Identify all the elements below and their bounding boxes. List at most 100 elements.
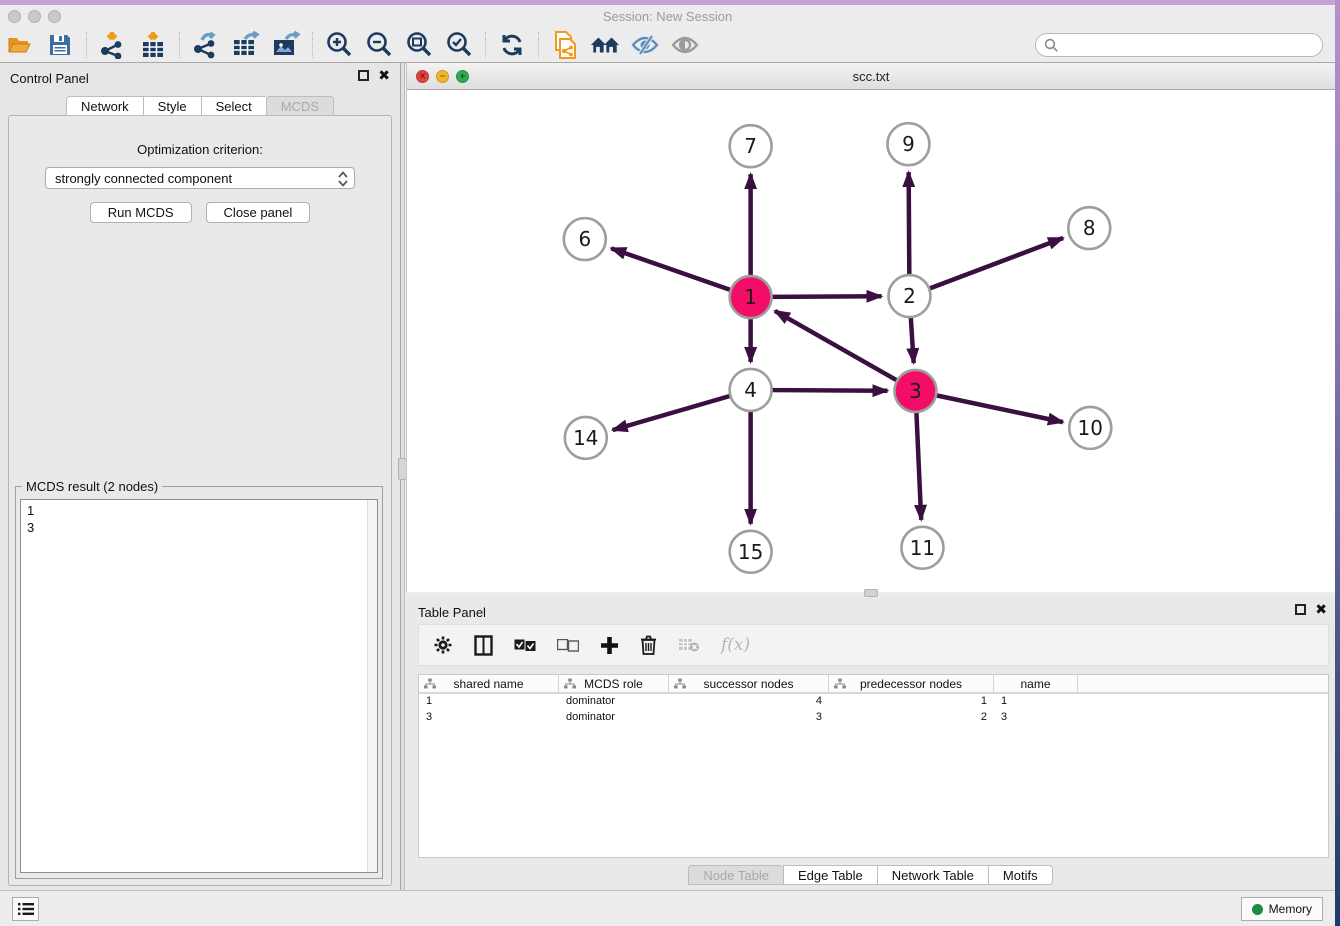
select-all-icon[interactable] [514,639,536,652]
edge-1-2[interactable] [770,296,882,297]
memory-button[interactable]: Memory [1241,897,1323,921]
table-cell[interactable]: dominator [559,710,669,726]
column-header-MCDS-role[interactable]: MCDS role [559,675,669,692]
function-builder-icon[interactable]: f(x) [721,635,750,655]
table-panel-title: Table Panel [418,605,486,620]
tab-select[interactable]: Select [201,96,266,116]
tab-motifs[interactable]: Motifs [988,865,1053,885]
table-cell[interactable]: 3 [994,710,1078,726]
save-session-icon[interactable] [45,31,75,59]
app-titlebar: Session: New Session [0,5,1335,28]
close-table-panel-icon[interactable]: ✖ [1315,604,1327,615]
control-panel-header: Control Panel ✖ [0,63,400,93]
task-history-button[interactable] [12,897,39,921]
tab-edge-table[interactable]: Edge Table [783,865,877,885]
edge-2-8[interactable] [927,238,1063,289]
graph-node-label-9: 9 [902,132,915,156]
float-panel-icon[interactable] [358,70,369,81]
graph-node-label-8: 8 [1083,216,1096,240]
export-table-icon[interactable] [231,31,261,59]
clone-network-icon[interactable] [550,31,580,59]
column-header-predecessor-nodes[interactable]: predecessor nodes [829,675,994,692]
network-window-titlebar[interactable]: ✕ − + scc.txt [407,63,1335,90]
hide-graphics-icon[interactable] [630,31,660,59]
close-panel-icon[interactable]: ✖ [378,70,390,81]
delete-icon[interactable] [640,635,657,655]
run-mcds-button[interactable]: Run MCDS [90,202,192,223]
column-header-shared-name[interactable]: shared name [419,675,559,692]
toolbar-separator [86,32,87,58]
gear-icon[interactable] [433,635,453,655]
network-view-window: ✕ − + scc.txt 7968124314101511 [406,63,1335,592]
edge-4-3[interactable] [770,390,888,391]
edge-3-1[interactable] [775,311,899,382]
optimization-criterion-select[interactable]: strongly connected component [45,167,355,189]
edge-3-10[interactable] [934,395,1063,422]
mcds-result-title: MCDS result (2 nodes) [22,479,162,494]
zoom-selected-icon[interactable] [444,31,474,59]
vertical-splitter[interactable] [400,63,405,890]
show-graphics-icon[interactable] [670,31,700,59]
float-table-panel-icon[interactable] [1295,604,1306,615]
columns-icon[interactable] [474,635,493,656]
table-cell[interactable]: 1 [994,694,1078,710]
mcds-tab-content: Optimization criterion: strongly connect… [8,115,392,886]
zoom-fit-icon[interactable] [404,31,434,59]
table-cell[interactable]: 1 [419,694,559,710]
tab-style[interactable]: Style [143,96,201,116]
network-canvas[interactable]: 7968124314101511 [407,90,1335,592]
column-header-successor-nodes[interactable]: successor nodes [669,675,829,692]
node-table[interactable]: shared nameMCDS rolesuccessor nodesprede… [418,674,1329,858]
table-cell[interactable]: 2 [829,710,994,726]
home-icon[interactable] [590,31,620,59]
close-panel-button[interactable]: Close panel [206,202,311,223]
status-bar: Memory [0,890,1335,926]
toolbar-separator [179,32,180,58]
mcds-result-text[interactable]: 1 3 [20,499,378,873]
graph-node-label-14: 14 [573,426,598,450]
graph-node-label-7: 7 [744,134,757,158]
tab-network[interactable]: Network [66,96,143,116]
table-panel: Table Panel ✖ f(x) shared nameMCDS rol [406,597,1335,890]
tab-network-table[interactable]: Network Table [877,865,988,885]
table-header-row: shared nameMCDS rolesuccessor nodesprede… [419,675,1328,694]
horizontal-splitter-handle[interactable] [864,589,878,597]
edge-3-11[interactable] [916,410,921,520]
result-scrollbar[interactable] [367,500,377,872]
zoom-out-icon[interactable] [364,31,394,59]
table-cell[interactable]: dominator [559,694,669,710]
add-column-icon[interactable] [600,636,619,655]
table-cell[interactable]: 1 [829,694,994,710]
search-input[interactable] [1035,33,1323,57]
table-cell[interactable]: 4 [669,694,829,710]
tab-mcds[interactable]: MCDS [266,96,334,116]
export-image-icon[interactable] [271,31,301,59]
delete-table-icon[interactable] [678,637,700,653]
control-panel-tabs: NetworkStyleSelectMCDS [0,96,400,116]
toolbar-separator [538,32,539,58]
import-table-icon[interactable] [138,31,168,59]
graph-node-label-15: 15 [738,540,763,564]
graph-node-label-4: 4 [744,378,757,402]
table-cell[interactable]: 3 [669,710,829,726]
edge-4-14[interactable] [613,395,733,430]
optimization-criterion-label: Optimization criterion: [9,142,391,157]
refresh-icon[interactable] [497,31,527,59]
table-panel-tabs: Node TableEdge TableNetwork TableMotifs [406,865,1335,885]
export-network-icon[interactable] [191,31,221,59]
app-title: Session: New Session [0,9,1335,24]
optimization-criterion-value: strongly connected component [55,171,232,186]
zoom-in-icon[interactable] [324,31,354,59]
table-cell[interactable]: 3 [419,710,559,726]
tab-node-table[interactable]: Node Table [688,865,783,885]
table-row[interactable]: 1dominator411 [419,694,1328,710]
column-header-name[interactable]: name [994,675,1078,692]
graph-node-label-3: 3 [909,379,922,403]
edge-2-3[interactable] [911,315,914,363]
deselect-all-icon[interactable] [557,639,579,652]
import-network-icon[interactable] [98,31,128,59]
open-session-icon[interactable] [5,31,35,59]
edge-2-9[interactable] [909,172,910,277]
table-row[interactable]: 3dominator323 [419,710,1328,726]
edge-1-6[interactable] [611,248,732,290]
